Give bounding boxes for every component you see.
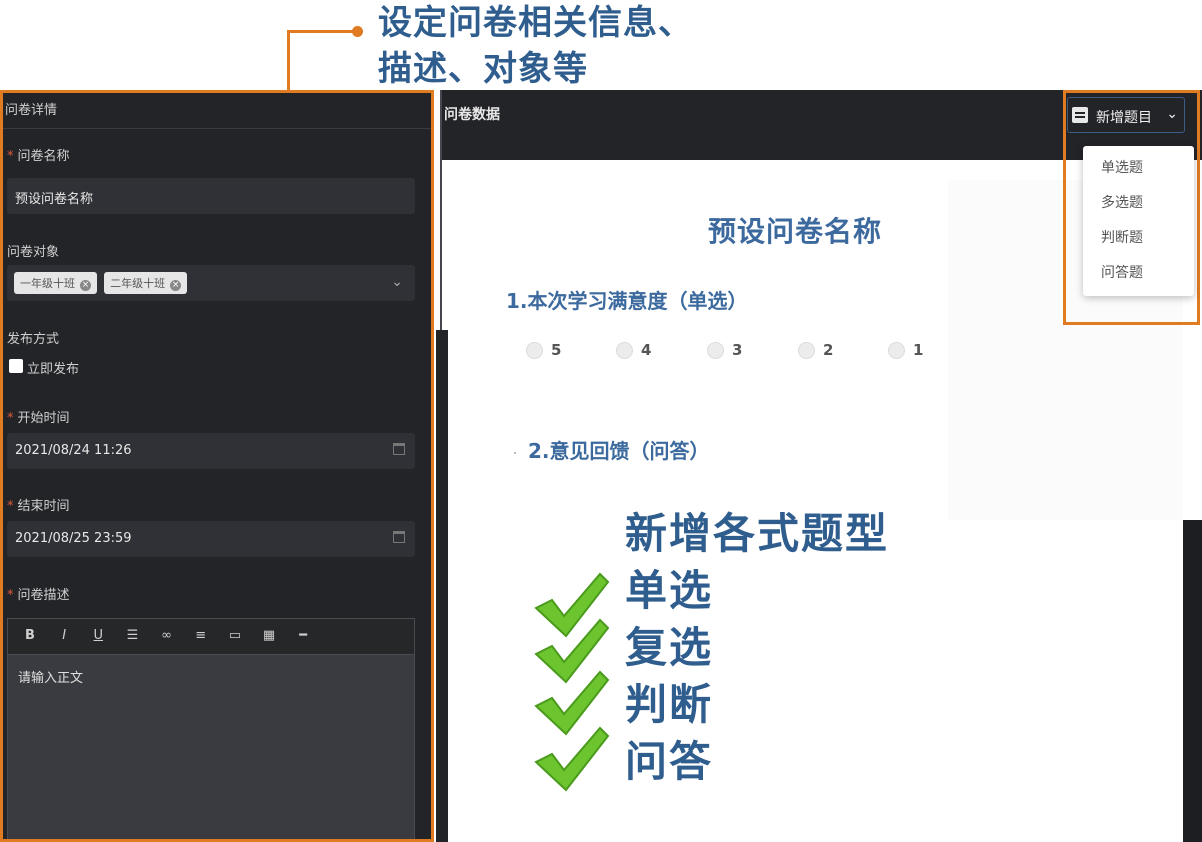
publish-label: 发布方式 [7, 332, 60, 347]
menu-item-open-question[interactable]: 问答题 [1083, 263, 1194, 298]
panel-header: 问卷详情 [3, 93, 431, 129]
radio-button[interactable] [707, 342, 724, 359]
publish-now-label: 立即发布 [27, 362, 80, 377]
panel-divider [440, 90, 442, 340]
target-tag[interactable]: 二年级十班 × [104, 272, 188, 294]
document-icon [1072, 107, 1088, 123]
bullet-dot [514, 452, 516, 454]
radio-label: 1 [913, 341, 924, 359]
tag-close-icon[interactable]: × [80, 280, 91, 291]
target-tag-label: 二年级十班 [110, 277, 166, 290]
calendar-icon[interactable] [393, 531, 405, 543]
annotation-title-line2: 描述、对象等 [378, 49, 588, 89]
survey-details-panel: 问卷详情 * 问卷名称 预设问卷名称 问卷对象 一年级十班 × 二年级十班 × ⌄ 发… [0, 90, 434, 842]
radio-button[interactable] [616, 342, 633, 359]
description-label-text: 问卷描述 [17, 588, 70, 603]
target-tag[interactable]: 一年级十班 × [14, 272, 97, 294]
radio-option[interactable]: 2 [798, 340, 878, 360]
feature-item: 判断 [625, 680, 714, 729]
start-time-input[interactable]: 2021/08/24 11:26 [7, 433, 415, 469]
underline-button[interactable]: U [88, 628, 108, 643]
screenshot-root: 设定问卷相关信息、 描述、对象等 问卷详情 * 问卷名称 预设问卷名称 问卷对象 … [0, 0, 1202, 842]
question-2-title: 2.意见回馈（问答） [528, 439, 710, 463]
radio-label: 4 [641, 341, 652, 359]
end-time-input[interactable]: 2021/08/25 23:59 [7, 521, 415, 557]
hr-icon[interactable]: ━ [293, 628, 313, 643]
chevron-down-icon[interactable]: ⌄ [391, 274, 403, 290]
question-1-title: 1.本次学习满意度（单选） [506, 289, 748, 313]
feature-heading: 新增各式题型 [625, 509, 890, 558]
chevron-down-icon: ⌄ [1166, 106, 1178, 122]
tag-close-icon[interactable]: × [170, 280, 182, 291]
indent-icon[interactable]: ☰ [122, 628, 142, 643]
menu-item-multiple-choice[interactable]: 多选题 [1083, 193, 1194, 228]
feature-item: 复选 [625, 623, 714, 672]
right-edge [1183, 520, 1202, 842]
name-label: * 问卷名称 [7, 145, 70, 164]
required-marker: * [7, 149, 14, 164]
list-icon[interactable]: ≡ [191, 628, 211, 643]
radio-label: 3 [732, 341, 743, 359]
add-question-button[interactable]: 新增题目 ⌄ [1067, 97, 1185, 133]
add-question-label: 新增题目 [1096, 110, 1152, 126]
radio-button[interactable] [798, 342, 815, 359]
target-tag-label: 一年级十班 [20, 277, 75, 290]
description-label: * 问卷描述 [7, 584, 70, 603]
annotation-title: 设定问卷相关信息、 描述、对象等 [378, 0, 693, 92]
callout-line [287, 30, 357, 33]
menu-item-true-false[interactable]: 判断题 [1083, 228, 1194, 263]
table-icon[interactable]: ▦ [259, 628, 279, 643]
radio-option[interactable]: 5 [526, 340, 606, 360]
end-time-label-text: 结束时间 [17, 499, 70, 514]
editor-body[interactable]: 请输入正文 [8, 655, 414, 698]
bold-button[interactable]: B [20, 628, 40, 643]
image-icon[interactable]: ▭ [225, 628, 245, 643]
required-marker: * [7, 588, 14, 603]
editor-toolbar: B I U ☰ ∞ ≡ ▭ ▦ ━ [8, 619, 414, 655]
survey-name-input[interactable]: 预设问卷名称 [7, 178, 415, 214]
checkmark-icon [530, 724, 610, 794]
menu-item-single-choice[interactable]: 单选题 [1083, 158, 1194, 193]
survey-title: 预设问卷名称 [708, 215, 883, 248]
link-icon[interactable]: ∞ [157, 628, 177, 643]
target-label: 问卷对象 [7, 245, 60, 260]
radio-option[interactable]: 4 [616, 340, 696, 360]
end-time-label: * 结束时间 [7, 495, 70, 514]
publish-now-checkbox[interactable] [9, 359, 23, 373]
feature-item: 单选 [625, 566, 714, 615]
target-select[interactable]: 一年级十班 × 二年级十班 × ⌄ [7, 265, 415, 301]
feature-list: 新增各式题型 单选 复选 判断 问答 [625, 505, 889, 790]
radio-option[interactable]: 3 [707, 340, 787, 360]
name-label-text: 问卷名称 [17, 149, 70, 164]
radio-label: 2 [823, 341, 834, 359]
question-type-menu: 单选题 多选题 判断题 问答题 [1083, 146, 1194, 296]
start-time-label: * 开始时间 [7, 407, 70, 426]
survey-data-title: 问卷数据 [444, 107, 500, 123]
required-marker: * [7, 499, 14, 514]
radio-button[interactable] [526, 342, 543, 359]
callout-line-vertical [287, 31, 290, 91]
callout-dot [352, 26, 363, 37]
radio-option[interactable]: 1 [888, 340, 968, 360]
end-time-value: 2021/08/25 23:59 [15, 531, 132, 546]
required-marker: * [7, 411, 14, 426]
radio-button[interactable] [888, 342, 905, 359]
italic-button[interactable]: I [54, 628, 74, 643]
start-time-value: 2021/08/24 11:26 [15, 443, 132, 458]
calendar-icon[interactable] [393, 443, 405, 455]
annotation-title-line1: 设定问卷相关信息、 [378, 3, 693, 43]
start-time-label-text: 开始时间 [17, 411, 70, 426]
radio-label: 5 [551, 341, 562, 359]
rich-text-editor[interactable]: B I U ☰ ∞ ≡ ▭ ▦ ━ 请输入正文 [7, 618, 415, 839]
feature-item: 问答 [625, 737, 714, 786]
panel-separator [436, 330, 448, 842]
